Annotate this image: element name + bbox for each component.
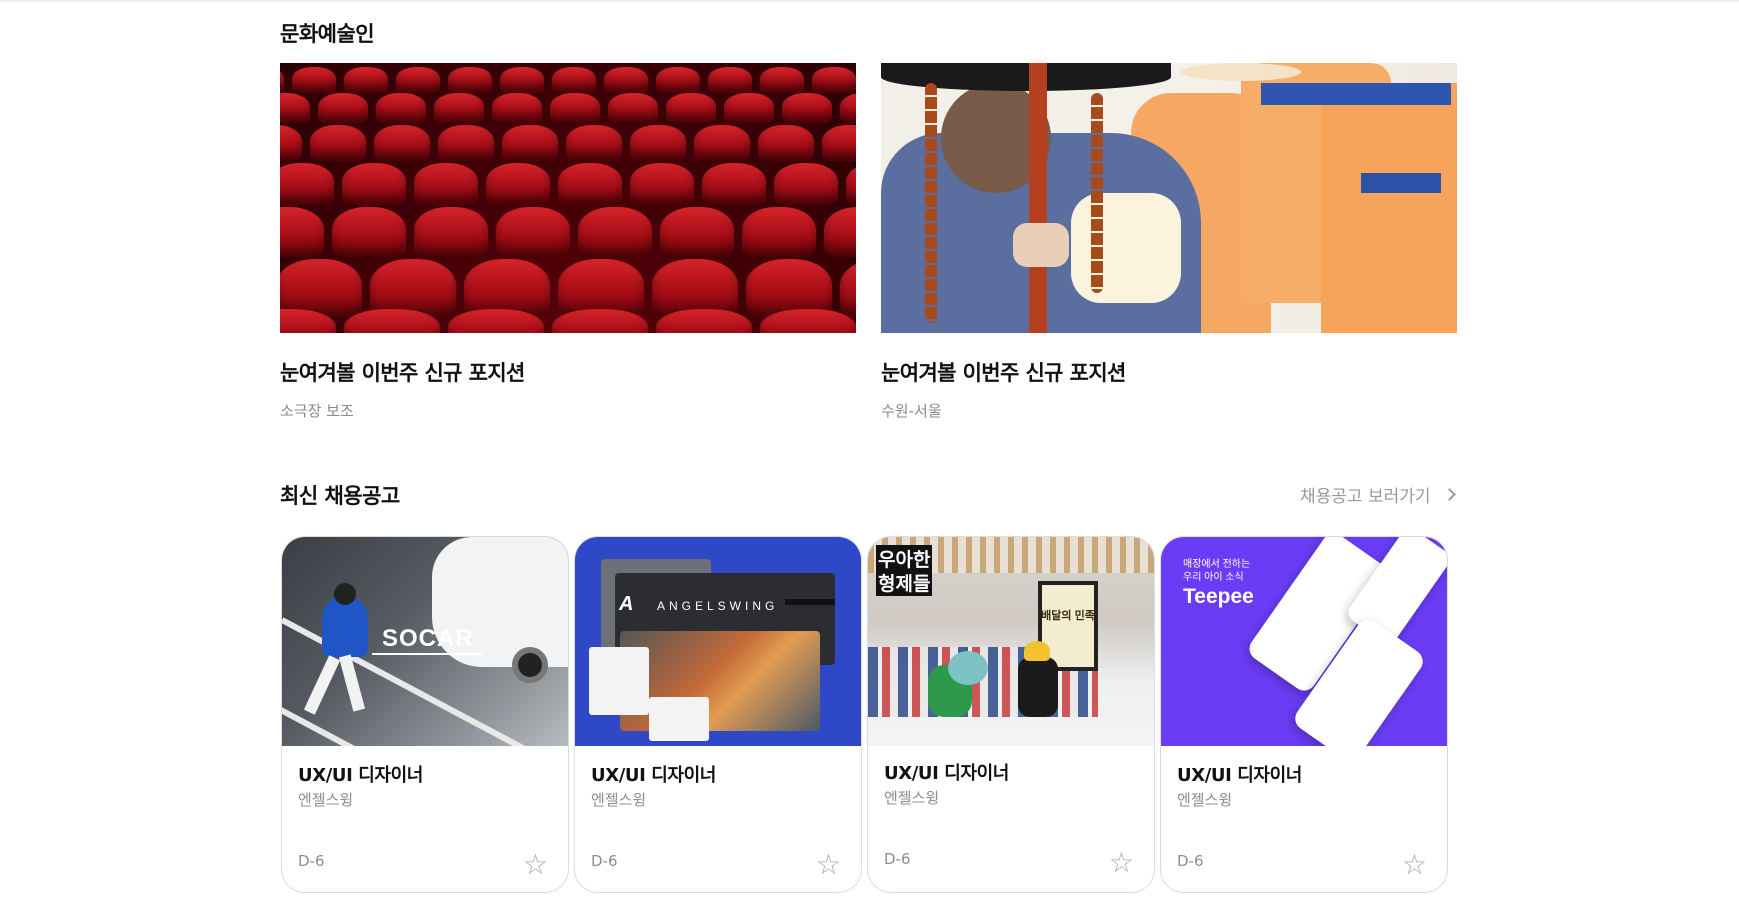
feature-subtitle: 수원-서울 (881, 402, 942, 420)
woowa-logo-line2: 형제들 (876, 569, 933, 596)
socar-logo: SOCAR (382, 625, 474, 652)
teepee-tagline-2: 우리 아이 소식 (1183, 572, 1244, 583)
section-title-recent: 최신 채용공고 (280, 484, 400, 508)
woowa-logo-line1: 우아한 (876, 545, 933, 572)
job-card-3[interactable]: 우아한 형제들 배달의 민족 UX/UI 디자이너 엔젤스윙 D-6 ☆ (867, 536, 1155, 893)
feature-card-1[interactable]: 눈여겨볼 이번주 신규 포지션 소극장 보조 (280, 63, 856, 421)
poster-text: 배달의 민족 (1041, 610, 1095, 622)
job-card-1[interactable]: SOCAR UX/UI 디자이너 엔젤스윙 D-6 ☆ (281, 536, 569, 893)
company-name: 엔젤스윙 (298, 791, 354, 809)
traditional-costume-image (881, 63, 1457, 333)
feature-title: 눈여겨볼 이번주 신규 포지션 (280, 361, 525, 385)
woowa-thumbnail: 우아한 형제들 배달의 민족 (868, 537, 1154, 746)
job-card-2[interactable]: A ANGELSWING UX/UI 디자이너 엔젤스윙 D-6 ☆ (574, 536, 862, 893)
top-shadow (0, 0, 1739, 3)
job-title: UX/UI 디자이너 (591, 765, 716, 786)
star-outline-icon[interactable]: ☆ (816, 851, 841, 879)
feature-card-2[interactable]: 눈여겨볼 이번주 신규 포지션 수원-서울 (881, 63, 1457, 421)
view-all-jobs-label: 채용공고 보러가기 (1300, 487, 1431, 507)
star-outline-icon[interactable]: ☆ (1402, 851, 1427, 879)
feature-subtitle: 소극장 보조 (280, 402, 354, 420)
angelswing-thumbnail: A ANGELSWING (575, 537, 861, 746)
deadline-badge: D-6 (591, 852, 618, 870)
star-outline-icon[interactable]: ☆ (1109, 849, 1134, 877)
deadline-badge: D-6 (884, 850, 911, 868)
job-title: UX/UI 디자이너 (298, 765, 423, 786)
job-title: UX/UI 디자이너 (884, 763, 1009, 784)
section-title-culture: 문화예술인 (280, 22, 375, 46)
feature-title: 눈여겨볼 이번주 신규 포지션 (881, 361, 1126, 385)
company-name: 엔젤스윙 (591, 791, 647, 809)
angelswing-wordmark: ANGELSWING (657, 599, 779, 613)
job-title: UX/UI 디자이너 (1177, 765, 1302, 786)
theater-seats-image (280, 63, 856, 333)
angelswing-logo: A (619, 593, 634, 615)
star-outline-icon[interactable]: ☆ (523, 851, 548, 879)
company-name: 엔젤스윙 (884, 789, 940, 807)
teepee-logo: Teepee (1183, 585, 1254, 608)
company-name: 엔젤스윙 (1177, 791, 1233, 809)
deadline-badge: D-6 (298, 852, 325, 870)
view-all-jobs-link[interactable]: 채용공고 보러가기 (1300, 482, 1456, 507)
deadline-badge: D-6 (1177, 852, 1204, 870)
socar-thumbnail: SOCAR (282, 537, 568, 746)
teepee-thumbnail: 매장에서 전하는 우리 아이 소식 Teepee (1161, 537, 1447, 746)
job-card-4[interactable]: 매장에서 전하는 우리 아이 소식 Teepee UX/UI 디자이너 엔젤스윙… (1160, 536, 1448, 893)
chevron-right-icon (1442, 488, 1456, 501)
